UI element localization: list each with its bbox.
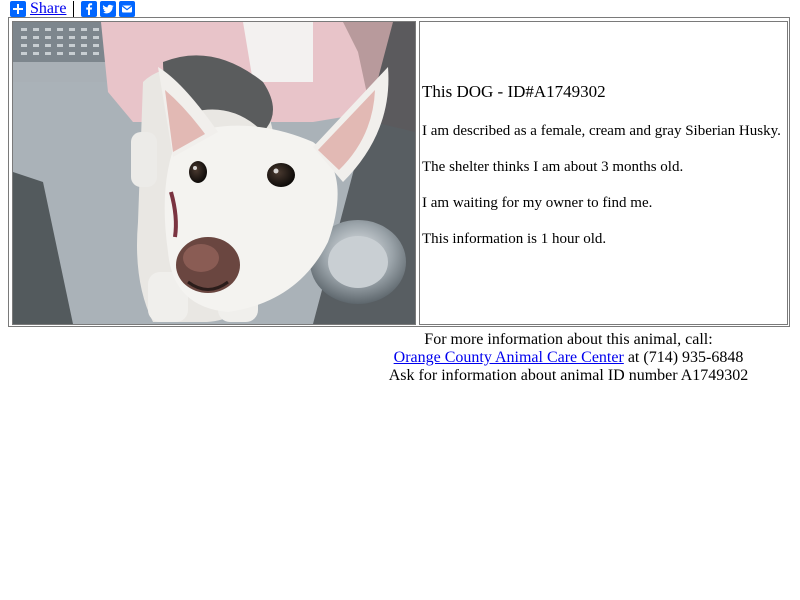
- shelter-phone: at (714) 935-6848: [623, 349, 744, 366]
- contact-line: Orange County Animal Care Center at (714…: [370, 349, 767, 367]
- animal-photo: [12, 21, 416, 325]
- contact-footer: For more information about this animal, …: [370, 331, 767, 385]
- animal-info: This DOG - ID#A1749302 I am described as…: [422, 82, 783, 266]
- email-icon[interactable]: [119, 1, 136, 17]
- animal-info-cell: This DOG - ID#A1749302 I am described as…: [419, 21, 788, 325]
- facebook-icon[interactable]: [81, 1, 98, 17]
- animal-age: The shelter thinks I am about 3 months o…: [422, 159, 684, 175]
- share-bar: Share: [10, 0, 138, 18]
- contact-intro: For more information about this animal, …: [424, 331, 713, 348]
- animal-listing-table: This DOG - ID#A1749302 I am described as…: [8, 17, 790, 327]
- animal-id-note: Ask for information about animal ID numb…: [388, 367, 749, 384]
- info-freshness: This information is 1 hour old.: [422, 231, 607, 247]
- animal-description: I am described as a female, cream and gr…: [422, 123, 781, 139]
- twitter-icon[interactable]: [100, 1, 117, 17]
- animal-title: This DOG - ID#A1749302: [422, 82, 606, 101]
- share-link[interactable]: Share: [30, 0, 66, 18]
- animal-waiting-text: I am waiting for my owner to find me.: [422, 195, 653, 211]
- dog-photo-illustration: [13, 22, 415, 324]
- share-plus-icon[interactable]: [10, 1, 26, 17]
- share-divider: [73, 1, 75, 17]
- shelter-link[interactable]: Orange County Animal Care Center: [394, 349, 624, 366]
